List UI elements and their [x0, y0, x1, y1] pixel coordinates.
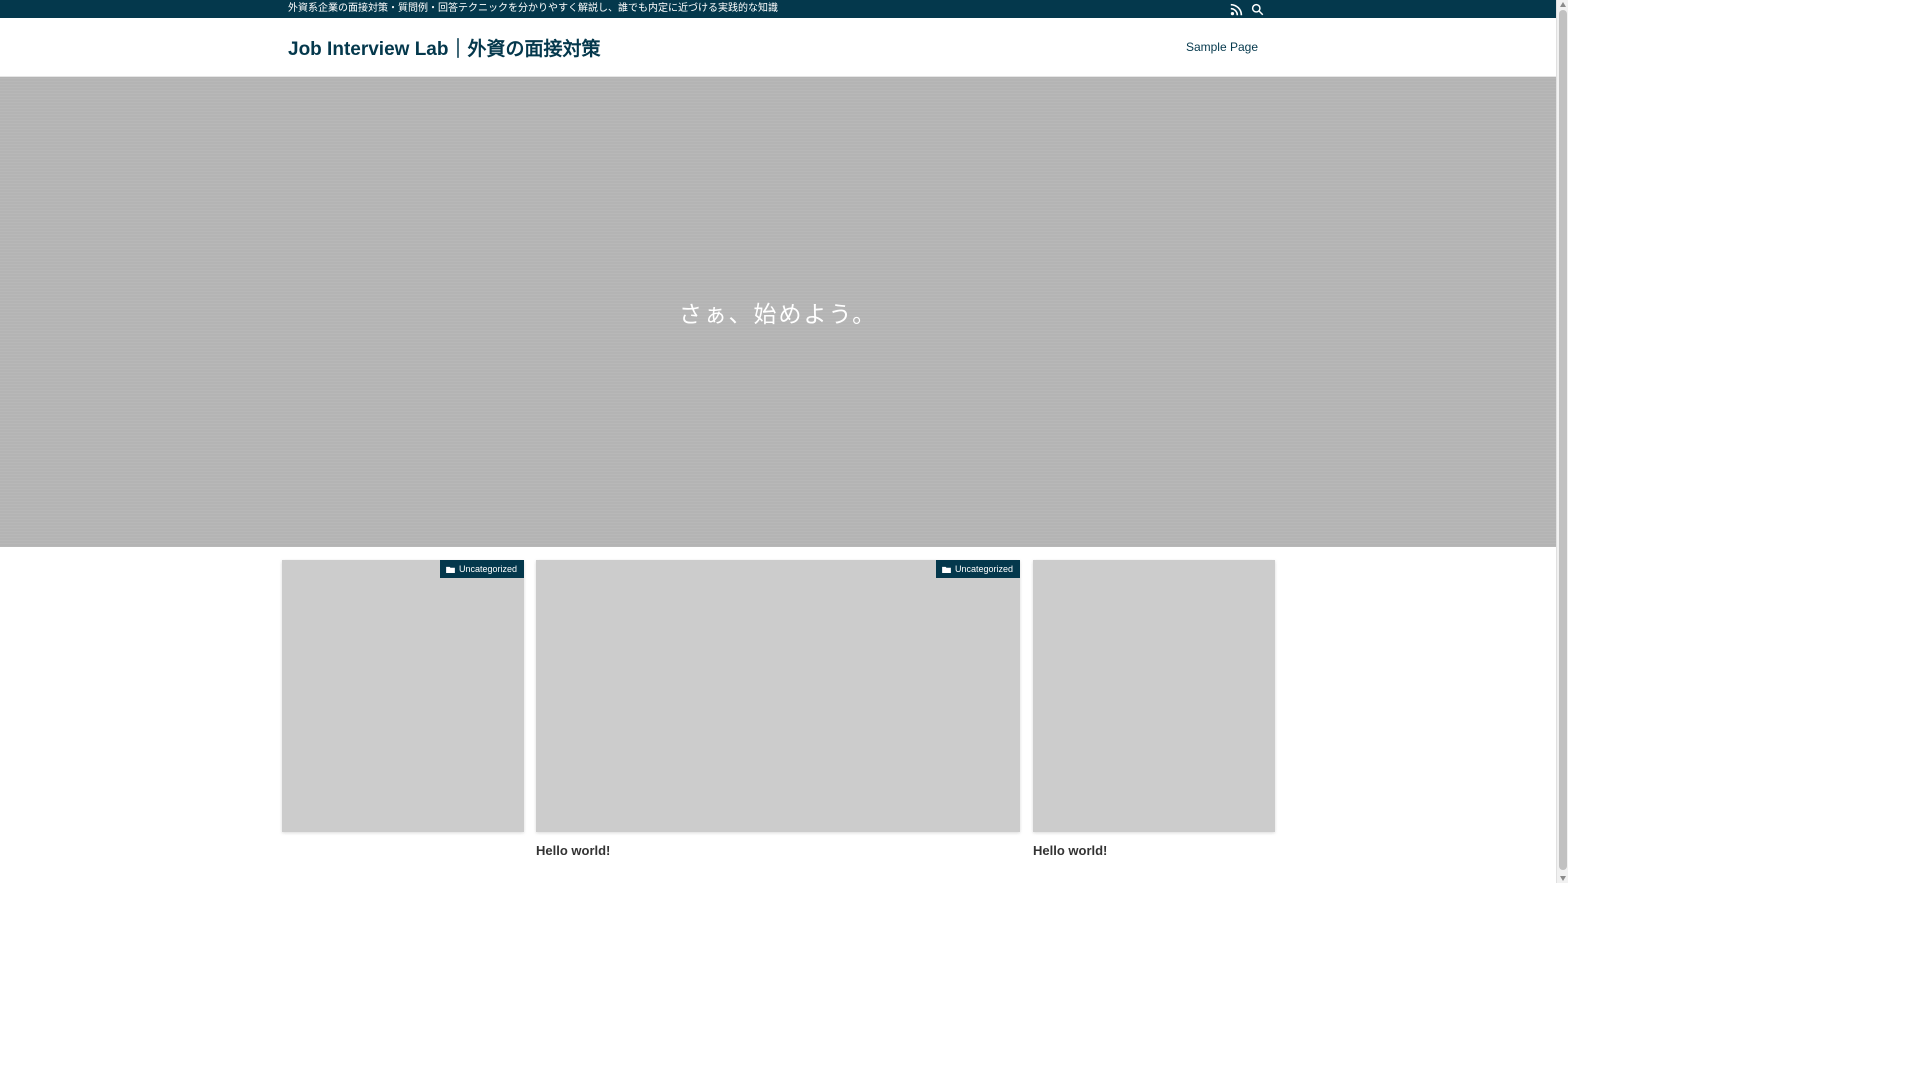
scrollbar-thumb[interactable] — [1559, 10, 1567, 870]
post-title[interactable]: Hello world! — [1033, 843, 1275, 858]
top-bar: 外資系企業の面接対策・質問例・回答テクニックを分かりやすく解説し、誰でも内定に近… — [0, 0, 1556, 18]
topbar-icons — [1230, 2, 1264, 16]
scrollbar[interactable] — [1556, 0, 1568, 883]
category-label: Uncategorized — [954, 564, 1013, 574]
post-card-2[interactable]: Uncategorized Hello world! — [536, 560, 1020, 858]
post-card-3[interactable]: Hello world! — [1033, 560, 1275, 858]
scroll-up-arrow-icon[interactable] — [1560, 2, 1566, 7]
site-title[interactable]: Job Interview Lab｜外資の面接対策 — [288, 34, 600, 61]
post-title[interactable]: Hello world! — [536, 843, 1020, 858]
hero-banner: さぁ、始めよう。 — [0, 77, 1556, 547]
post-thumbnail[interactable]: Uncategorized — [282, 560, 524, 832]
folder-icon — [942, 566, 951, 573]
post-thumbnail[interactable]: Uncategorized — [536, 560, 1020, 832]
nav-sample-page[interactable]: Sample Page — [1186, 40, 1258, 54]
post-thumbnail[interactable] — [1033, 560, 1275, 832]
site-tagline: 外資系企業の面接対策・質問例・回答テクニックを分かりやすく解説し、誰でも内定に近… — [288, 3, 778, 14]
search-icon[interactable] — [1251, 3, 1264, 16]
category-label: Uncategorized — [458, 564, 517, 574]
category-badge[interactable]: Uncategorized — [935, 560, 1020, 578]
page: 外資系企業の面接対策・質問例・回答テクニックを分かりやすく解説し、誰でも内定に近… — [0, 0, 1568, 883]
hero-text: さぁ、始めよう。 — [678, 302, 878, 328]
folder-icon — [446, 566, 455, 573]
site-header: Job Interview Lab｜外資の面接対策 Sample Page — [0, 18, 1556, 77]
post-card-1[interactable]: Uncategorized — [282, 560, 524, 843]
rss-icon[interactable] — [1230, 3, 1243, 16]
scroll-down-arrow-icon[interactable] — [1560, 876, 1566, 881]
category-badge[interactable]: Uncategorized — [439, 560, 524, 578]
